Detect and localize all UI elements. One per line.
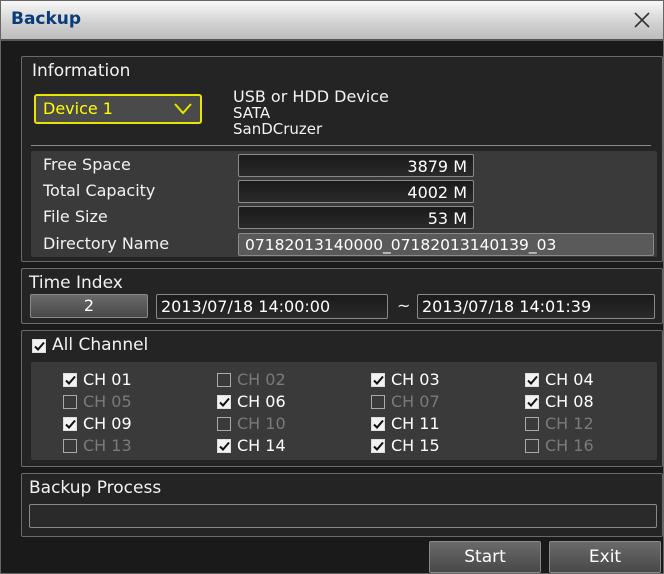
checkmark-icon (527, 397, 538, 407)
channel-label: CH 06 (237, 392, 286, 411)
time-index-label: Time Index (29, 273, 123, 293)
close-icon (634, 12, 650, 28)
channel-label: CH 02 (237, 370, 286, 389)
channel-checkbox[interactable] (63, 373, 77, 387)
total-capacity-label: Total Capacity (43, 181, 156, 200)
backup-progress-bar (29, 504, 657, 528)
device-select-value: Device 1 (43, 99, 113, 118)
checkmark-icon (219, 441, 230, 451)
info-divider (31, 145, 651, 146)
title-bar: Backup (1, 1, 663, 41)
free-space-label: Free Space (43, 155, 131, 174)
chevron-down-icon (174, 103, 192, 115)
channel-checkbox[interactable] (63, 395, 77, 409)
free-space-field: 3879 M (238, 154, 474, 177)
channel-checkbox[interactable] (371, 439, 385, 453)
channel-label: CH 03 (391, 370, 440, 389)
channel-checkbox[interactable] (63, 439, 77, 453)
checkmark-icon (527, 375, 538, 385)
channel-label: CH 07 (391, 392, 440, 411)
channel-label: CH 11 (391, 414, 440, 433)
channel-label: CH 12 (545, 414, 594, 433)
channel-label: CH 08 (545, 392, 594, 411)
channel-label: CH 10 (237, 414, 286, 433)
channel-label: CH 04 (545, 370, 594, 389)
information-label: Information (32, 61, 131, 81)
channel-checkbox[interactable] (371, 395, 385, 409)
directory-name-value: 07182013140000_07182013140139_03 (245, 236, 557, 254)
channel-checkbox[interactable] (371, 417, 385, 431)
checkmark-icon (373, 375, 384, 385)
channel-checkbox[interactable] (63, 417, 77, 431)
exit-button-label: Exit (588, 547, 622, 567)
checkmark-icon (219, 397, 230, 407)
time-separator: ~ (397, 296, 411, 315)
exit-button[interactable]: Exit (549, 541, 661, 573)
all-channel-checkbox[interactable] (32, 339, 46, 353)
channel-checkbox[interactable] (217, 439, 231, 453)
start-time-field[interactable]: 2013/07/18 14:00:00 (156, 294, 388, 319)
channel-checkbox[interactable] (217, 417, 231, 431)
channel-label: CH 09 (83, 414, 132, 433)
channel-checkbox[interactable] (525, 439, 539, 453)
channel-label: CH 05 (83, 392, 132, 411)
channel-label: CH 15 (391, 436, 440, 455)
start-button[interactable]: Start (429, 541, 541, 573)
free-space-value: 3879 M (407, 157, 467, 176)
channel-checkbox[interactable] (525, 373, 539, 387)
total-capacity-value: 4002 M (407, 183, 467, 202)
end-time-value: 2013/07/18 14:01:39 (422, 297, 592, 316)
checkmark-icon (34, 341, 45, 351)
channel-checkbox[interactable] (525, 395, 539, 409)
all-channel-label: All Channel (52, 335, 149, 355)
total-capacity-field: 4002 M (238, 180, 474, 203)
file-size-field: 53 M (238, 206, 474, 229)
channel-checkbox[interactable] (525, 417, 539, 431)
end-time-field[interactable]: 2013/07/18 14:01:39 (417, 294, 655, 319)
channel-checkbox[interactable] (371, 373, 385, 387)
channel-label: CH 01 (83, 370, 132, 389)
channel-label: CH 16 (545, 436, 594, 455)
backup-dialog: Backup Information Device 1 USB or HDD D… (0, 0, 664, 574)
device-select[interactable]: Device 1 (34, 94, 202, 124)
start-time-value: 2013/07/18 14:00:00 (161, 297, 331, 316)
directory-name-label: Directory Name (43, 234, 170, 253)
checkmark-icon (65, 419, 76, 429)
device-name: SanDCruzer (233, 120, 323, 138)
directory-name-field: 07182013140000_07182013140139_03 (238, 233, 654, 256)
checkmark-icon (373, 419, 384, 429)
channel-checkbox[interactable] (217, 373, 231, 387)
start-button-label: Start (464, 547, 506, 567)
file-size-value: 53 M (427, 209, 467, 228)
close-button[interactable] (629, 6, 655, 34)
checkmark-icon (65, 375, 76, 385)
window-title: Backup (11, 9, 82, 29)
backup-process-label: Backup Process (29, 478, 162, 498)
checkmark-icon (373, 441, 384, 451)
time-index-value: 2 (83, 296, 95, 315)
channel-label: CH 13 (83, 436, 132, 455)
channel-checkbox[interactable] (217, 395, 231, 409)
channel-label: CH 14 (237, 436, 286, 455)
file-size-label: File Size (43, 207, 108, 226)
time-index-button[interactable]: 2 (30, 294, 148, 318)
